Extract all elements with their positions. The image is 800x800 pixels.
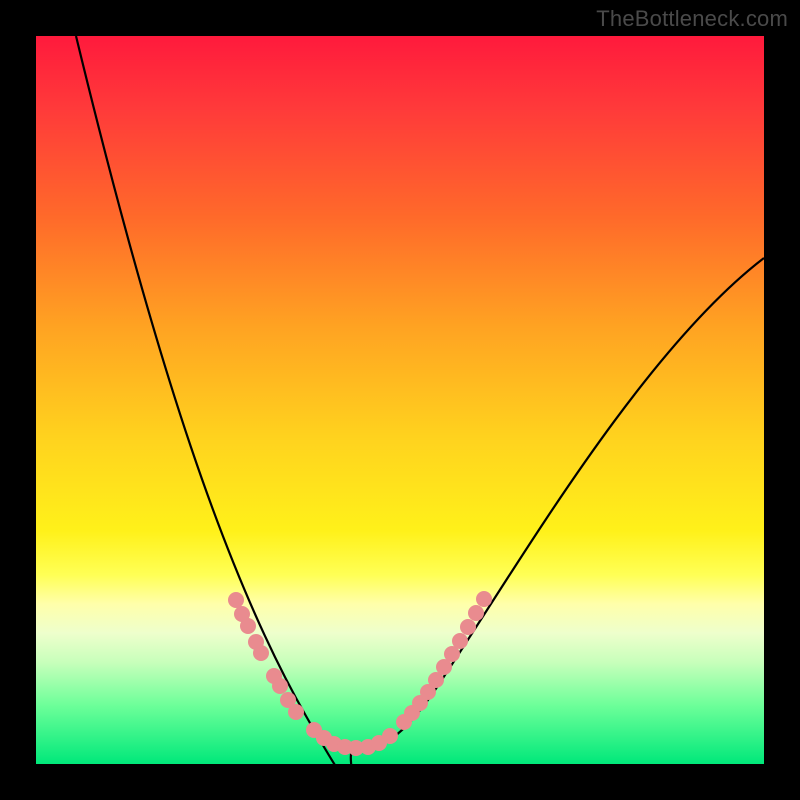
data-dot	[382, 728, 398, 744]
data-dot	[228, 592, 244, 608]
data-dot	[272, 678, 288, 694]
data-dot	[253, 645, 269, 661]
data-dot	[460, 619, 476, 635]
data-dot	[452, 633, 468, 649]
dots-right-group	[396, 591, 492, 730]
curve-left	[76, 36, 356, 764]
chart-frame: TheBottleneck.com	[0, 0, 800, 800]
data-dot	[476, 591, 492, 607]
dots-bottom-group	[306, 722, 398, 756]
data-dot	[468, 605, 484, 621]
curve-svg	[36, 36, 764, 764]
plot-area	[36, 36, 764, 764]
data-dot	[288, 704, 304, 720]
curve-right	[356, 258, 764, 748]
dots-left-group	[228, 592, 304, 720]
watermark-label: TheBottleneck.com	[596, 6, 788, 32]
data-dot	[240, 618, 256, 634]
